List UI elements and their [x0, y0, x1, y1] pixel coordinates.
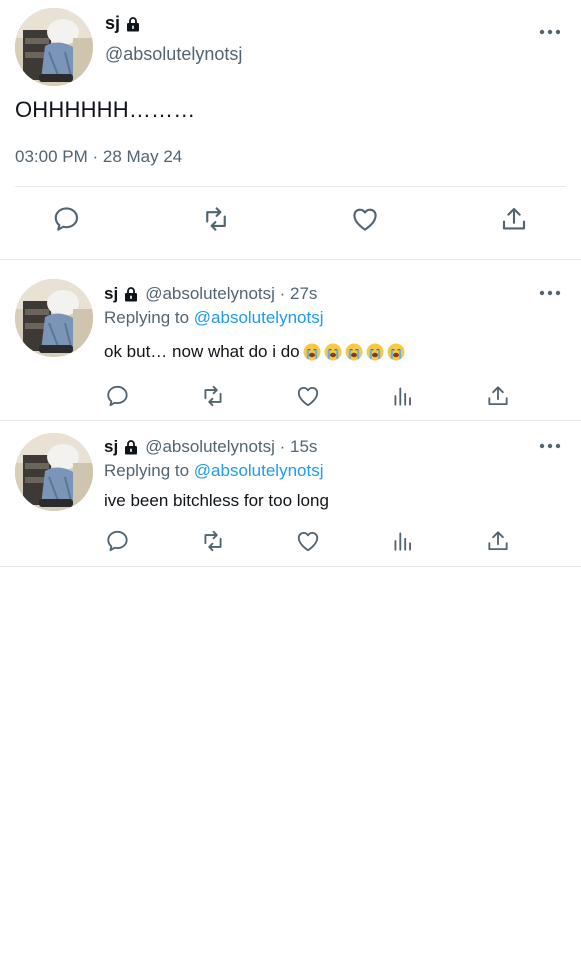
reply-tweet[interactable]: sj @absolutelynotsj · 27s Replying to @a… — [0, 260, 581, 420]
like-button[interactable] — [349, 203, 381, 235]
share-button[interactable] — [498, 203, 530, 235]
loudly-crying-face-icon — [324, 343, 342, 361]
display-name[interactable]: sj — [104, 284, 118, 304]
lock-icon — [123, 439, 139, 455]
loudly-crying-face-icon — [303, 343, 321, 361]
avatar-photo — [15, 279, 93, 357]
tweet-text: OHHHHHH……… — [15, 97, 196, 122]
more-options-icon[interactable] — [539, 442, 561, 450]
tweet-text-content: ok but… now what do i do — [104, 342, 300, 361]
tweet-actions — [0, 525, 581, 557]
reply-button[interactable] — [102, 525, 134, 557]
retweet-icon — [201, 204, 231, 234]
avatar[interactable] — [15, 279, 93, 357]
like-button[interactable] — [292, 525, 324, 557]
main-tweet[interactable]: sj @absolutelynotsj OHHHHHH……… 03:00 PM … — [0, 0, 581, 259]
like-icon — [295, 528, 321, 554]
more-options-icon[interactable] — [539, 28, 561, 36]
handle[interactable]: @absolutelynotsj — [105, 44, 242, 65]
like-icon — [350, 204, 380, 234]
tweet-text: ok but… now what do i do 😭😭😭😭😭 — [104, 342, 405, 362]
replying-to-link[interactable]: @absolutelynotsj — [194, 308, 324, 327]
tweet-text-content: ive been bitchless for too long — [104, 491, 329, 510]
reply-icon — [52, 204, 82, 234]
analytics-button[interactable] — [387, 380, 419, 412]
more-options-icon[interactable] — [539, 289, 561, 297]
divider — [15, 186, 566, 187]
lock-icon — [123, 286, 139, 302]
reply-header: sj @absolutelynotsj · 27s — [104, 284, 317, 304]
share-icon — [485, 383, 511, 409]
reply-tweet[interactable]: sj @absolutelynotsj · 15s Replying to @a… — [0, 421, 581, 566]
replying-to-label: Replying to — [104, 308, 194, 327]
display-name[interactable]: sj — [105, 13, 141, 34]
retweet-icon — [200, 383, 226, 409]
replying-to: Replying to @absolutelynotsj — [104, 308, 324, 328]
analytics-icon — [390, 528, 416, 554]
avatar[interactable] — [15, 433, 93, 511]
analytics-icon — [390, 383, 416, 409]
loudly-crying-face-icon — [366, 343, 384, 361]
avatar[interactable] — [15, 8, 93, 86]
tweet-actions — [0, 203, 581, 243]
tweet-timestamp[interactable]: 03:00 PM · 28 May 24 — [15, 147, 182, 167]
retweet-button[interactable] — [197, 525, 229, 557]
analytics-button[interactable] — [387, 525, 419, 557]
share-icon — [485, 528, 511, 554]
reply-icon — [105, 383, 131, 409]
share-button[interactable] — [482, 525, 514, 557]
loudly-crying-face-icon — [387, 343, 405, 361]
like-icon — [295, 383, 321, 409]
tweet-actions — [0, 380, 581, 412]
display-name-text: sj — [105, 13, 121, 33]
avatar-photo — [15, 8, 93, 86]
avatar-photo — [15, 433, 93, 511]
share-icon — [499, 204, 529, 234]
retweet-icon — [200, 528, 226, 554]
divider — [0, 566, 581, 567]
display-name[interactable]: sj — [104, 437, 118, 457]
reply-header: sj @absolutelynotsj · 15s — [104, 437, 317, 457]
reply-button[interactable] — [51, 203, 83, 235]
replying-to: Replying to @absolutelynotsj — [104, 461, 324, 481]
share-button[interactable] — [482, 380, 514, 412]
reply-icon — [105, 528, 131, 554]
retweet-button[interactable] — [197, 380, 229, 412]
handle-and-time[interactable]: @absolutelynotsj · 27s — [145, 284, 317, 304]
lock-icon — [125, 16, 141, 32]
retweet-button[interactable] — [200, 203, 232, 235]
replying-to-label: Replying to — [104, 461, 194, 480]
handle-and-time[interactable]: @absolutelynotsj · 15s — [145, 437, 317, 457]
like-button[interactable] — [292, 380, 324, 412]
tweet-text: ive been bitchless for too long — [104, 491, 329, 511]
replying-to-link[interactable]: @absolutelynotsj — [194, 461, 324, 480]
loudly-crying-face-icon — [345, 343, 363, 361]
reply-button[interactable] — [102, 380, 134, 412]
